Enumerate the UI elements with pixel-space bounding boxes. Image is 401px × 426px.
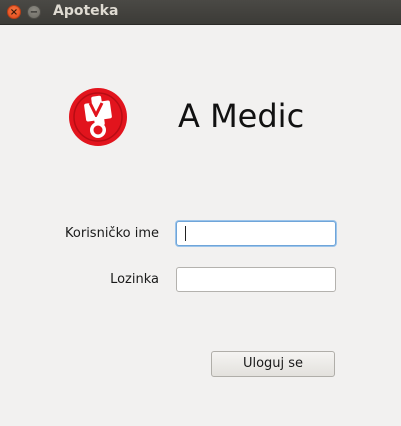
pharmacy-logo-icon bbox=[69, 88, 127, 146]
password-label: Lozinka bbox=[110, 272, 159, 287]
login-button[interactable]: Uloguj se bbox=[211, 351, 335, 377]
text-caret bbox=[185, 226, 186, 241]
username-field[interactable] bbox=[176, 221, 336, 246]
window-title: Apoteka bbox=[53, 3, 119, 19]
username-label: Korisničko ime bbox=[65, 226, 159, 241]
minimize-icon[interactable]: − bbox=[27, 5, 41, 19]
close-icon[interactable]: × bbox=[7, 5, 21, 19]
app-name: A Medic bbox=[178, 97, 305, 135]
password-field[interactable] bbox=[176, 267, 336, 292]
window-titlebar: × − Apoteka bbox=[0, 0, 401, 25]
